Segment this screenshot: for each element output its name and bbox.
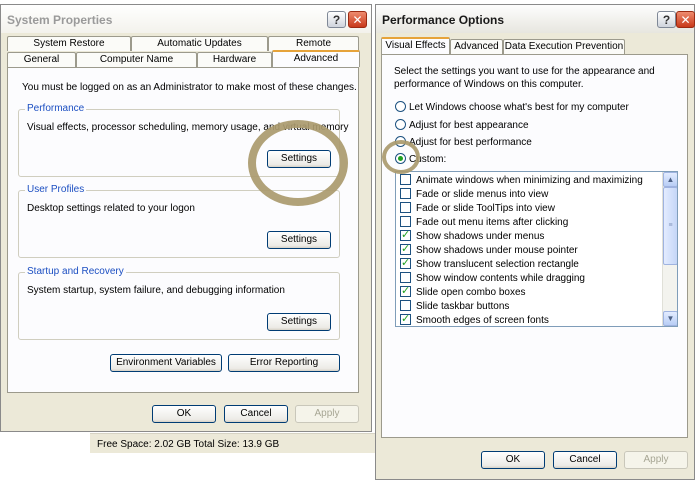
status-bar: Free Space: 2.02 GB Total Size: 13.9 GB	[90, 433, 377, 453]
radio-best-appearance[interactable]: Adjust for best appearance	[395, 119, 529, 133]
list-item[interactable]: Show window contents while dragging	[400, 272, 585, 286]
tab-computer-name[interactable]: Computer Name	[76, 52, 197, 67]
list-item[interactable]: Show translucent selection rectangle	[400, 256, 579, 272]
intro-text-line1: Select the settings you want to use for …	[394, 66, 655, 77]
radio-button[interactable]	[395, 101, 406, 112]
error-reporting-button[interactable]: Error Reporting	[228, 354, 340, 372]
list-item-label: Animate windows when minimizing and maxi…	[416, 175, 643, 186]
performance-group-title: Performance	[25, 103, 87, 114]
tab-data-execution-prevention[interactable]: Data Execution Prevention	[503, 39, 625, 54]
radio-button[interactable]	[395, 119, 406, 130]
checkbox[interactable]	[400, 284, 411, 297]
radio-let-windows-choose[interactable]: Let Windows choose what's best for my co…	[395, 101, 629, 115]
user-profiles-settings-button[interactable]: Settings	[267, 231, 331, 249]
list-item[interactable]: Show shadows under mouse pointer	[400, 242, 578, 258]
user-profiles-group-title: User Profiles	[25, 184, 87, 195]
checkbox[interactable]	[400, 272, 411, 283]
user-profiles-description: Desktop settings related to your logon	[27, 203, 195, 214]
annotation-circle-settings	[248, 120, 348, 206]
scroll-up-icon[interactable]: ▲	[663, 172, 677, 187]
apply-button[interactable]: Apply	[624, 451, 688, 469]
environment-variables-button[interactable]: Environment Variables	[110, 354, 222, 372]
list-item-label: Show window contents while dragging	[416, 273, 585, 284]
startup-recovery-description: System startup, system failure, and debu…	[27, 285, 285, 296]
apply-button[interactable]: Apply	[295, 405, 359, 423]
list-item-label: Slide taskbar buttons	[416, 301, 510, 312]
visual-effects-list[interactable]: Animate windows when minimizing and maxi…	[395, 171, 678, 327]
ok-button[interactable]: OK	[481, 451, 545, 469]
list-item[interactable]: Animate windows when minimizing and maxi…	[400, 174, 643, 188]
list-item-label: Slide open combo boxes	[416, 287, 526, 298]
window-title: System Properties	[7, 13, 113, 27]
checkbox[interactable]	[400, 174, 411, 185]
list-item[interactable]: Smooth edges of screen fonts	[400, 312, 549, 326]
list-item-label: Show translucent selection rectangle	[416, 259, 579, 270]
admin-notice: You must be logged on as an Administrato…	[22, 82, 357, 93]
tab-system-restore[interactable]: System Restore	[7, 36, 131, 51]
close-icon[interactable]: ✕	[348, 11, 367, 28]
radio-label: Adjust for best appearance	[409, 120, 529, 131]
list-item-label: Fade or slide menus into view	[416, 189, 549, 200]
list-item-label: Fade or slide ToolTips into view	[416, 203, 555, 214]
cancel-button[interactable]: Cancel	[553, 451, 617, 469]
tab-visual-effects[interactable]: Visual Effects	[381, 37, 450, 54]
checkbox[interactable]	[400, 228, 411, 241]
list-item[interactable]: Slide open combo boxes	[400, 284, 526, 300]
radio-label: Let Windows choose what's best for my co…	[409, 102, 629, 113]
close-icon[interactable]: ✕	[676, 11, 695, 28]
checkbox[interactable]	[400, 300, 411, 311]
help-icon[interactable]: ?	[657, 11, 676, 28]
list-item-label: Show shadows under mouse pointer	[416, 245, 578, 256]
cancel-button[interactable]: Cancel	[224, 405, 288, 423]
tab-remote[interactable]: Remote	[268, 36, 359, 51]
checkbox[interactable]	[400, 256, 411, 269]
list-item-label: Smooth edges of screen fonts	[416, 315, 549, 326]
tab-general[interactable]: General	[7, 52, 76, 67]
free-space-text: Free Space: 2.02 GB Total Size: 13.9 GB	[97, 439, 280, 450]
checkbox[interactable]	[400, 312, 411, 325]
checkbox[interactable]	[400, 202, 411, 213]
tab-hardware[interactable]: Hardware	[197, 52, 272, 67]
scroll-thumb[interactable]: ≡	[663, 187, 677, 265]
list-item[interactable]: Show shadows under menus	[400, 228, 545, 244]
list-item[interactable]: Fade or slide ToolTips into view	[400, 202, 555, 216]
tab-automatic-updates[interactable]: Automatic Updates	[131, 36, 268, 51]
scroll-down-icon[interactable]: ▼	[663, 311, 677, 326]
performance-options-titlebar[interactable]: Performance Options	[376, 5, 694, 33]
list-scrollbar[interactable]: ▲ ≡ ▼	[662, 172, 677, 326]
system-properties-titlebar[interactable]: System Properties	[1, 5, 371, 33]
tab-advanced[interactable]: Advanced	[272, 50, 360, 67]
annotation-circle-custom	[382, 140, 420, 174]
list-item[interactable]: Slide taskbar buttons	[400, 300, 509, 314]
list-item-label: Show shadows under menus	[416, 231, 545, 242]
startup-recovery-group-title: Startup and Recovery	[25, 266, 126, 277]
list-item[interactable]: Fade or slide menus into view	[400, 188, 548, 202]
intro-text-line2: performance of Windows on this computer.	[394, 79, 584, 90]
list-item[interactable]: Fade out menu items after clicking	[400, 216, 568, 230]
checkbox[interactable]	[400, 216, 411, 227]
checkbox[interactable]	[400, 242, 411, 255]
window-title: Performance Options	[382, 13, 505, 27]
ok-button[interactable]: OK	[152, 405, 216, 423]
list-item-label: Fade out menu items after clicking	[416, 217, 569, 228]
radio-label: Adjust for best performance	[409, 137, 532, 148]
tab-advanced[interactable]: Advanced	[450, 39, 503, 54]
checkbox[interactable]	[400, 188, 411, 199]
startup-recovery-settings-button[interactable]: Settings	[267, 313, 331, 331]
help-icon[interactable]: ?	[327, 11, 346, 28]
